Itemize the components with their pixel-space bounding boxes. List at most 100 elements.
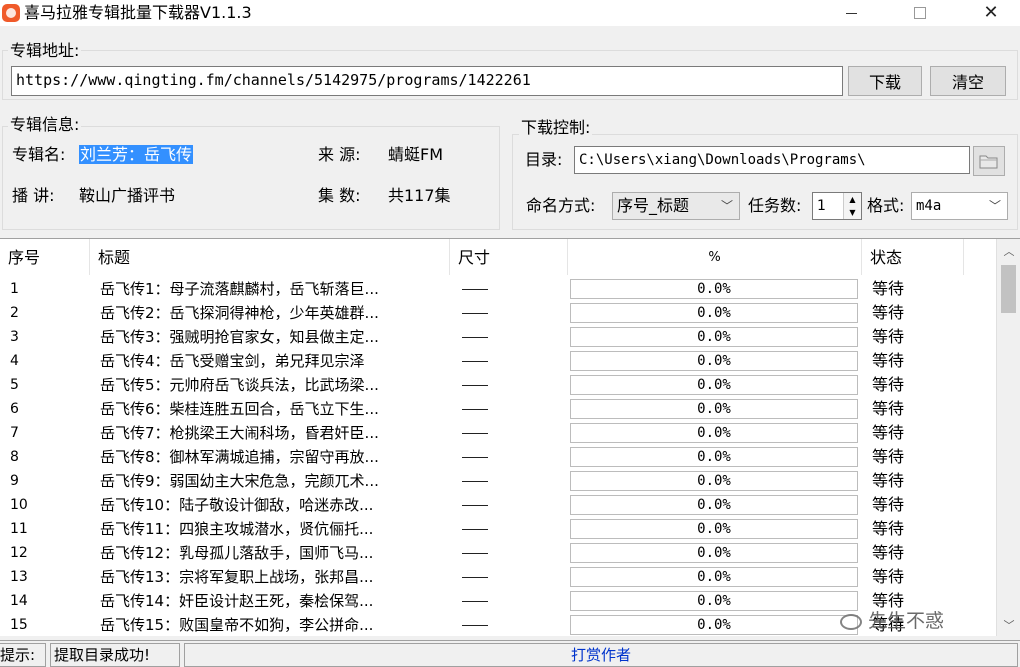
cell-title: 岳飞传14：奸臣设计赵王死，秦桧保驾... bbox=[100, 592, 374, 610]
cell-state: 等待 bbox=[872, 375, 905, 394]
tasks-stepper[interactable]: 1 ▲ ▼ bbox=[812, 192, 862, 220]
table-row[interactable]: 5 岳飞传5：元帅府岳飞谈兵法，比武场梁... 0.0% 等待 bbox=[0, 373, 996, 397]
header-size[interactable]: 尺寸 bbox=[450, 239, 568, 275]
tip-author-link[interactable]: 打赏作者 bbox=[184, 643, 1018, 667]
directory-input[interactable]: C:\Users\xiang\Downloads\Programs\ bbox=[574, 146, 970, 174]
album-name-value[interactable]: 刘兰芳：岳飞传 bbox=[79, 145, 194, 165]
naming-select[interactable]: 序号_标题 ﹀ bbox=[612, 192, 740, 220]
cell-state: 等待 bbox=[872, 471, 905, 490]
table-row[interactable]: 3 岳飞传3：强贼明抢官家女，知县做主定... 0.0% 等待 bbox=[0, 325, 996, 349]
album-url-input[interactable]: https://www.qingting.fm/channels/5142975… bbox=[11, 66, 843, 96]
size-placeholder-dash bbox=[462, 361, 488, 362]
header-no[interactable]: 序号 bbox=[0, 239, 90, 275]
size-placeholder-dash bbox=[462, 601, 488, 602]
folder-icon bbox=[979, 155, 998, 169]
cell-title: 岳飞传4：岳飞受赠宝剑，弟兄拜见宗泽 bbox=[100, 352, 365, 370]
progress-bar: 0.0% bbox=[570, 591, 858, 611]
cell-no: 4 bbox=[10, 353, 19, 369]
spin-arrows-icon[interactable]: ▲ ▼ bbox=[843, 193, 861, 219]
album-info-group bbox=[2, 126, 500, 230]
table-row[interactable]: 9 岳飞传9：弱国幼主大宋危急，完颜兀术... 0.0% 等待 bbox=[0, 469, 996, 493]
cell-size bbox=[450, 469, 566, 493]
clear-button[interactable]: 清空 bbox=[930, 66, 1006, 96]
chevron-down-icon: ﹀ bbox=[720, 199, 733, 213]
cell-size bbox=[450, 517, 566, 541]
cell-size bbox=[450, 325, 566, 349]
episodes-label: 集 数: bbox=[318, 186, 361, 205]
header-percent[interactable]: % bbox=[568, 239, 862, 275]
progress-bar: 0.0% bbox=[570, 303, 858, 323]
cell-title: 岳飞传8：御林军满城追捕，宗留守再放... bbox=[100, 448, 379, 466]
scroll-down-icon[interactable]: ﹀ bbox=[997, 617, 1020, 633]
tasks-label: 任务数: bbox=[748, 196, 802, 215]
cell-progress: 0.0% bbox=[568, 301, 860, 325]
table-row[interactable]: 10 岳飞传10：陆子敬设计御敌，哈迷赤改... 0.0% 等待 bbox=[0, 493, 996, 517]
size-placeholder-dash bbox=[462, 577, 488, 578]
maximize-button[interactable] bbox=[897, 0, 943, 26]
format-select[interactable]: m4a ﹀ bbox=[911, 192, 1008, 220]
cell-title: 岳飞传9：弱国幼主大宋危急，完颜兀术... bbox=[100, 472, 379, 490]
cell-progress: 0.0% bbox=[568, 373, 860, 397]
cell-progress: 0.0% bbox=[568, 493, 860, 517]
cell-size bbox=[450, 349, 566, 373]
cell-state: 等待 bbox=[872, 543, 905, 562]
table-row[interactable]: 8 岳飞传8：御林军满城追捕，宗留守再放... 0.0% 等待 bbox=[0, 445, 996, 469]
cell-no: 8 bbox=[10, 449, 19, 465]
cell-progress: 0.0% bbox=[568, 517, 860, 541]
title-bar: 喜马拉雅专辑批量下载器V1.1.3 ✕ bbox=[0, 0, 1020, 26]
close-icon: ✕ bbox=[983, 2, 999, 23]
naming-label: 命名方式: bbox=[526, 196, 596, 215]
table-row[interactable]: 1 岳飞传1：母子流落麒麟村，岳飞斩落巨... 0.0% 等待 bbox=[0, 277, 996, 301]
scroll-up-icon[interactable]: ︿ bbox=[997, 243, 1020, 259]
cell-state: 等待 bbox=[872, 495, 905, 514]
cell-title: 岳飞传1：母子流落麒麟村，岳飞斩落巨... bbox=[100, 280, 379, 298]
episodes-value: 共117集 bbox=[388, 186, 451, 205]
cell-title: 岳飞传13：宗将军复职上战场，张邦昌... bbox=[100, 568, 374, 586]
cell-size bbox=[450, 613, 566, 636]
directory-label: 目录: bbox=[525, 150, 563, 169]
table-row[interactable]: 12 岳飞传12：乳母孤儿落敌手，国师飞马... 0.0% 等待 bbox=[0, 541, 996, 565]
cell-title: 岳飞传7：枪挑梁王大闹科场，昏君奸臣... bbox=[100, 424, 379, 442]
table-row[interactable]: 6 岳飞传6：柴桂连胜五回合，岳飞立下生... 0.0% 等待 bbox=[0, 397, 996, 421]
episode-table[interactable]: 序号 标题 尺寸 % 状态 1 岳飞传1：母子流落麒麟村，岳飞斩落巨... 0.0%… bbox=[0, 238, 1020, 636]
album-name-label: 专辑名: bbox=[12, 145, 66, 164]
table-row[interactable]: 4 岳飞传4：岳飞受赠宝剑，弟兄拜见宗泽 0.0% 等待 bbox=[0, 349, 996, 373]
header-title[interactable]: 标题 bbox=[90, 239, 450, 275]
header-state[interactable]: 状态 bbox=[862, 239, 964, 275]
cell-no: 15 bbox=[10, 617, 28, 633]
progress-bar: 0.0% bbox=[570, 351, 858, 371]
size-placeholder-dash bbox=[462, 529, 488, 530]
cell-size bbox=[450, 397, 566, 421]
cell-no: 9 bbox=[10, 473, 19, 489]
cell-size bbox=[450, 565, 566, 589]
vertical-scrollbar[interactable]: ︿ ﹀ bbox=[996, 239, 1020, 636]
size-placeholder-dash bbox=[462, 433, 488, 434]
source-label: 来 源: bbox=[318, 145, 361, 164]
cell-state: 等待 bbox=[872, 423, 905, 442]
cell-progress: 0.0% bbox=[568, 445, 860, 469]
browse-folder-button[interactable] bbox=[973, 146, 1005, 176]
cell-title: 岳飞传12：乳母孤儿落敌手，国师飞马... bbox=[100, 544, 374, 562]
wechat-icon bbox=[840, 613, 862, 630]
progress-bar: 0.0% bbox=[570, 615, 858, 635]
minimize-button[interactable] bbox=[828, 0, 874, 26]
table-row[interactable]: 11 岳飞传11：四狼主攻城潜水，贤伉俪托... 0.0% 等待 bbox=[0, 517, 996, 541]
naming-value: 序号_标题 bbox=[617, 196, 690, 215]
cell-progress: 0.0% bbox=[568, 421, 860, 445]
table-row[interactable]: 13 岳飞传13：宗将军复职上战场，张邦昌... 0.0% 等待 bbox=[0, 565, 996, 589]
progress-bar: 0.0% bbox=[570, 399, 858, 419]
cell-size bbox=[450, 277, 566, 301]
cell-size bbox=[450, 421, 566, 445]
cell-no: 1 bbox=[10, 281, 19, 297]
close-button[interactable]: ✕ bbox=[968, 0, 1014, 26]
table-row[interactable]: 2 岳飞传2：岳飞探洞得神枪，少年英雄群... 0.0% 等待 bbox=[0, 301, 996, 325]
cell-progress: 0.0% bbox=[568, 613, 860, 636]
cell-state: 等待 bbox=[872, 567, 905, 586]
cell-progress: 0.0% bbox=[568, 589, 860, 613]
host-label: 播 讲: bbox=[12, 186, 55, 205]
table-row[interactable]: 7 岳飞传7：枪挑梁王大闹科场，昏君奸臣... 0.0% 等待 bbox=[0, 421, 996, 445]
download-button[interactable]: 下载 bbox=[848, 66, 922, 96]
scroll-thumb[interactable] bbox=[1001, 265, 1016, 313]
progress-bar: 0.0% bbox=[570, 423, 858, 443]
cell-no: 3 bbox=[10, 329, 19, 345]
